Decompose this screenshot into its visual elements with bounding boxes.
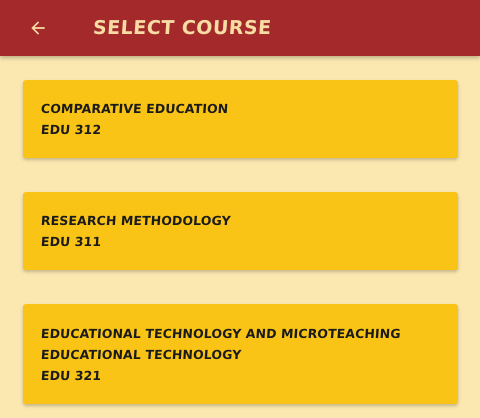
page-title: SELECT COURSE — [92, 17, 273, 39]
course-code: EDU 311 — [40, 234, 102, 249]
course-name: RESEARCH METHODOLOGY — [40, 213, 232, 228]
course-card[interactable]: COMPARATIVE EDUCATION EDU 312 — [23, 80, 458, 158]
course-name: COMPARATIVE EDUCATION — [40, 101, 229, 116]
course-code: EDU 312 — [40, 122, 102, 137]
back-button[interactable] — [18, 8, 58, 48]
course-subtitle: EDUCATIONAL TECHNOLOGY — [40, 346, 242, 362]
course-code: EDU 321 — [40, 367, 102, 383]
app-bar: SELECT COURSE — [0, 0, 480, 56]
course-card[interactable]: RESEARCH METHODOLOGY EDU 311 — [23, 192, 458, 270]
course-card[interactable]: EDUCATIONAL TECHNOLOGY AND MICROTEACHING… — [23, 304, 458, 404]
arrow-left-icon — [31, 21, 45, 35]
course-name: EDUCATIONAL TECHNOLOGY AND MICROTEACHING — [40, 325, 402, 341]
